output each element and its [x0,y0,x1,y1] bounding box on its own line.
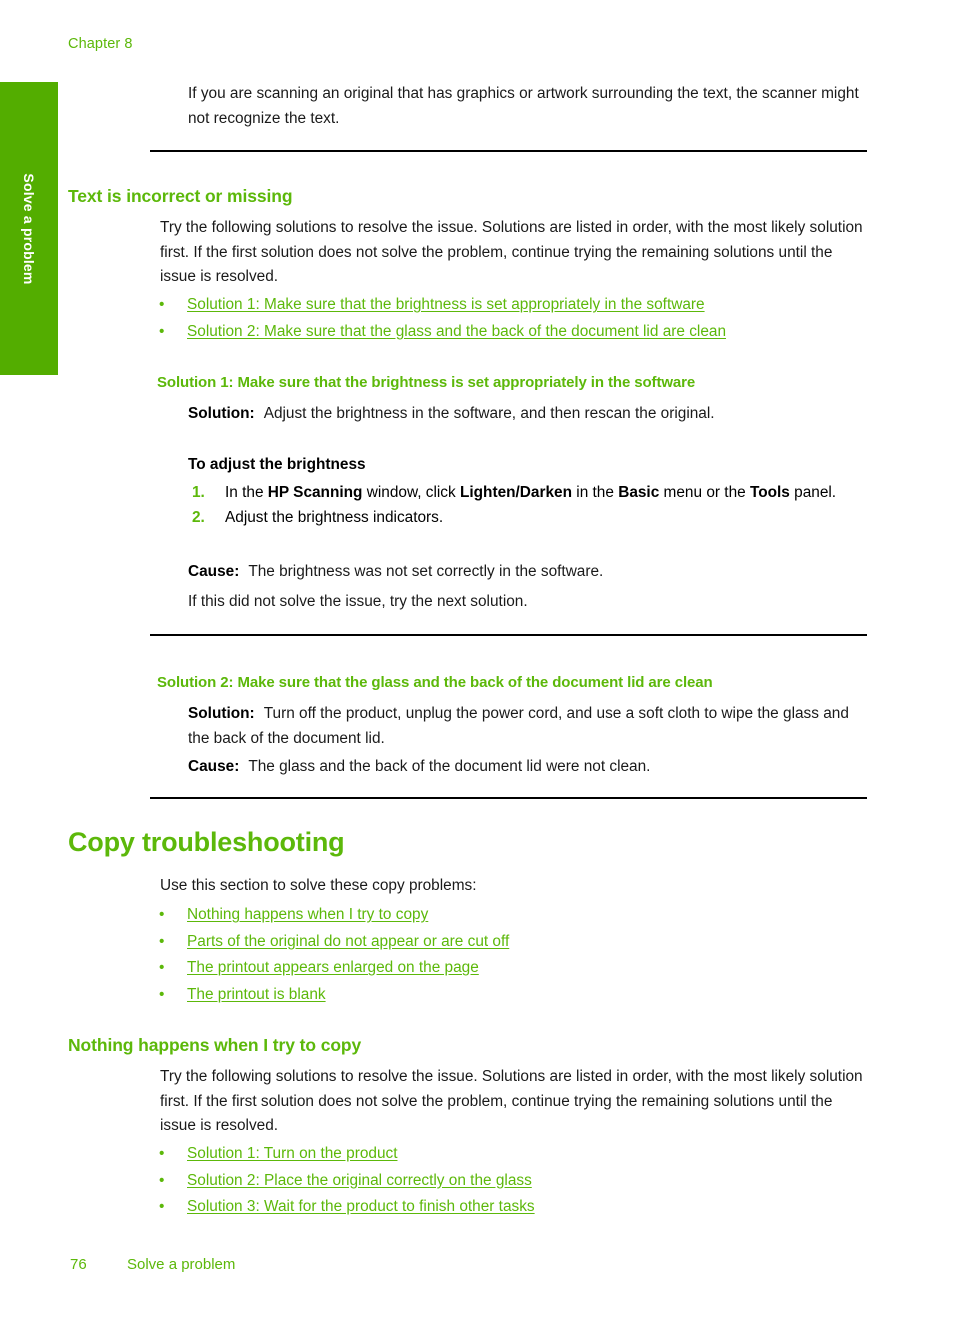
nothing-happens-link-list: • Solution 1: Turn on the product • Solu… [150,1141,870,1221]
solution-text: Adjust the brightness in the software, a… [263,405,715,422]
link-parts-of-original-cut-off[interactable]: Parts of the original do not appear or a… [187,933,509,950]
solution-2-solution-paragraph: Solution: Turn off the product, unplug th… [188,702,868,751]
bullet-icon: • [159,322,165,340]
link-solution-1-brightness[interactable]: Solution 1: Make sure that the brightnes… [187,296,705,313]
bullet-icon: • [159,296,165,313]
step-number: 2. [192,508,205,526]
horizontal-rule [150,150,867,152]
solution-label: Solution: [188,705,255,722]
procedure-step: 1. In the HP Scanning window, click Ligh… [188,481,868,506]
link-nothing-happens-when-i-try-to-copy[interactable]: Nothing happens when I try to copy [187,906,428,923]
heading-copy-troubleshooting: Copy troubleshooting [68,827,345,857]
link-solution-1-turn-on-product[interactable]: Solution 1: Turn on the product [187,1145,397,1162]
bullet-icon: • [159,1145,165,1162]
side-thumb-tab-label: Solve a problem [21,172,37,285]
bullet-icon: • [159,906,165,923]
solution-2-cause-paragraph: Cause: The glass and the back of the docu… [188,755,878,780]
cause-text: The glass and the back of the document l… [248,758,651,775]
document-page: Chapter 8 Solve a problem If you are sca… [0,0,954,1321]
step-text-post: panel. [789,484,837,501]
bullet-icon: • [159,1171,165,1189]
page-footer: 76 Solve a problem [0,1256,954,1282]
solution-label: Solution: [188,405,255,422]
step-text: Adjust the brightness indicators. [225,508,444,526]
bullet-icon: • [159,932,165,950]
solution-1-next-hint: If this did not solve the issue, try the… [188,593,528,610]
text-incorrect-intro-paragraph: Try the following solutions to resolve t… [160,219,863,285]
heading-solution-2: Solution 2: Make sure that the glass and… [157,674,713,691]
step-text-mid1: window, click [362,484,460,501]
link-solution-2-glass-clean[interactable]: Solution 2: Make sure that the glass and… [187,323,726,340]
list-item: • Solution 1: Turn on the product [150,1141,870,1168]
solution-1-cause-paragraph: Cause: The brightness was not set correct… [188,560,878,585]
footer-section-title: Solve a problem [127,1256,236,1273]
procedure-title-adjust-brightness: To adjust the brightness [188,456,366,473]
copy-troubleshooting-link-list: • Nothing happens when I try to copy • P… [150,902,870,1008]
cause-text: The brightness was not set correctly in … [248,563,604,580]
list-item: • Solution 2: Place the original correct… [150,1168,870,1195]
solution-1-solution-paragraph: Solution: Adjust the brightness in the so… [188,402,878,427]
step-bold-tools: Tools [749,484,790,501]
procedure-steps-list: 1. In the HP Scanning window, click Ligh… [188,481,868,530]
side-thumb-tab: Solve a problem [0,82,58,375]
bullet-icon: • [159,985,165,1003]
step-text-pre: In the [225,484,268,501]
heading-nothing-happens-when-i-try-to-copy: Nothing happens when I try to copy [68,1035,362,1055]
bullet-icon: • [159,1198,165,1216]
link-solution-2-place-original-correctly[interactable]: Solution 2: Place the original correctly… [187,1172,532,1189]
link-printout-is-blank[interactable]: The printout is blank [187,986,326,1003]
intro-paragraph: If you are scanning an original that has… [188,85,859,127]
list-item: • The printout appears enlarged on the p… [150,955,870,982]
copy-troubleshooting-intro: Use this section to solve these copy pro… [160,877,477,894]
link-solution-3-wait-for-product[interactable]: Solution 3: Wait for the product to fini… [187,1198,535,1215]
bullet-icon: • [159,959,165,977]
horizontal-rule [150,634,867,636]
solution-text: Turn off the product, unplug the power c… [188,705,849,747]
list-item: • The printout is blank [150,982,870,1009]
heading-solution-1: Solution 1: Make sure that the brightnes… [157,374,696,391]
cause-label: Cause: [188,563,240,580]
step-bold-lighten-darken: Lighten/Darken [459,484,572,501]
step-number: 1. [192,484,205,501]
link-printout-appears-enlarged[interactable]: The printout appears enlarged on the pag… [187,959,479,976]
step-bold-hp-scanning: HP Scanning [267,484,363,501]
list-item: • Solution 1: Make sure that the brightn… [150,292,870,319]
nothing-happens-intro-paragraph: Try the following solutions to resolve t… [160,1068,863,1134]
list-item: • Solution 3: Wait for the product to fi… [150,1194,870,1221]
step-text-mid2: in the [572,484,619,501]
procedure-step: 2. Adjust the brightness indicators. [188,506,868,531]
chapter-header: Chapter 8 [68,36,133,52]
list-item: • Solution 2: Make sure that the glass a… [150,319,870,346]
text-incorrect-link-list: • Solution 1: Make sure that the brightn… [150,292,870,345]
list-item: • Parts of the original do not appear or… [150,929,870,956]
step-bold-basic: Basic [618,484,660,501]
cause-label: Cause: [188,758,240,775]
heading-text-is-incorrect-or-missing: Text is incorrect or missing [68,186,293,206]
page-number: 76 [70,1256,87,1273]
step-text-mid3: menu or the [659,484,750,501]
list-item: • Nothing happens when I try to copy [150,902,870,929]
horizontal-rule [150,797,867,799]
